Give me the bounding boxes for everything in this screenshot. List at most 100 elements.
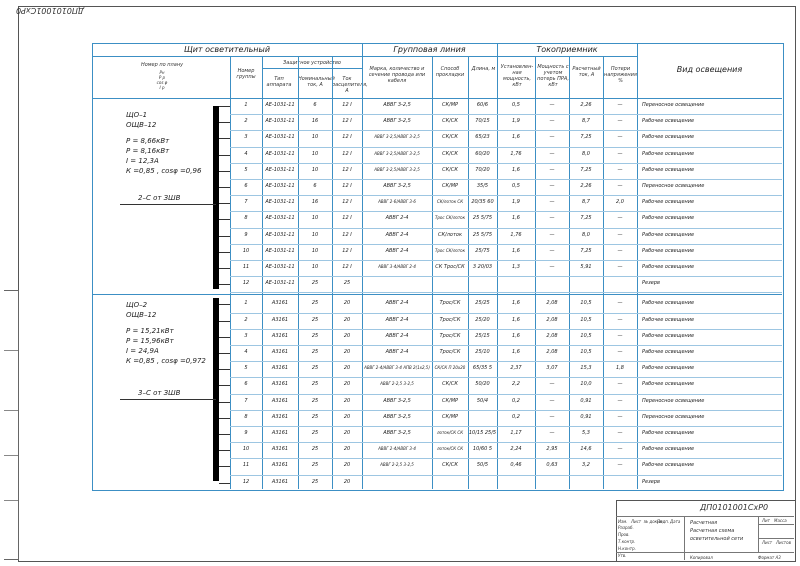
length-cell: 70/15 bbox=[475, 118, 490, 125]
installed-power-cell: 0,5 bbox=[512, 102, 520, 108]
group-no-cell: 8 bbox=[244, 215, 248, 222]
installed-power-cell: 1,6 bbox=[512, 316, 520, 323]
table-row-line bbox=[230, 179, 782, 180]
branch-line bbox=[219, 320, 230, 322]
voltage-loss-cell: — bbox=[617, 215, 623, 222]
busbar-panel1 bbox=[213, 106, 219, 289]
header-protect: Защитное устройство bbox=[283, 60, 341, 66]
release-current-cell: 25 bbox=[343, 280, 351, 287]
length-cell: 25/15 bbox=[475, 332, 490, 339]
group-no-cell: 4 bbox=[244, 349, 248, 355]
panel1-name: ЩО–1 bbox=[126, 111, 148, 119]
branch-line bbox=[219, 268, 230, 269]
power-corrected-cell: — bbox=[549, 264, 555, 270]
panel1-kc: К =0,85 , cosφ =0,96 bbox=[126, 167, 202, 175]
cable-cell: АВВГ 2-4 bbox=[385, 349, 409, 355]
title-block-copied: Копировал bbox=[690, 555, 713, 560]
release-current-cell: 12 I bbox=[342, 150, 352, 157]
power-corrected-cell: — bbox=[549, 413, 555, 420]
cable-cell: АВВГ 3-2,5 bbox=[383, 102, 411, 108]
group-no-cell: 7 bbox=[244, 397, 248, 404]
table-column-line bbox=[603, 56, 604, 489]
light-kind-cell: Рабочее освещение bbox=[642, 166, 695, 173]
length-cell: 70/20 bbox=[475, 166, 490, 173]
group-no-cell: 1 bbox=[244, 102, 248, 108]
length-cell: 25/20 bbox=[475, 316, 490, 323]
light-kind-cell: Рабочее освещение bbox=[642, 247, 695, 254]
release-current-cell: 12 I bbox=[342, 118, 352, 125]
release-current-cell: 12 I bbox=[342, 166, 352, 173]
table-header-line bbox=[262, 68, 362, 69]
panel2-p-inst: Р = 15,21кВт bbox=[126, 327, 174, 335]
length-cell: 10/60 5 bbox=[472, 446, 493, 453]
power-corrected-cell: — bbox=[549, 381, 555, 388]
header-group-no: Номер группы bbox=[236, 68, 256, 80]
device-type-cell: А3161 bbox=[271, 332, 289, 339]
power-corrected-cell: — bbox=[549, 215, 555, 222]
table-column-line bbox=[569, 56, 570, 489]
header-release: Ток расцепителя, А bbox=[332, 76, 368, 94]
group-no-cell: 6 bbox=[244, 183, 248, 189]
voltage-loss-cell: — bbox=[617, 446, 623, 453]
length-cell: 25/10 bbox=[475, 349, 490, 355]
power-corrected-cell: 2,08 bbox=[546, 332, 558, 339]
light-kind-cell: Рабочее освещение bbox=[642, 349, 695, 355]
nominal-current-cell: 25 bbox=[311, 446, 319, 453]
release-current-cell: 20 bbox=[343, 349, 351, 355]
calc-current-cell: 0,91 bbox=[580, 397, 592, 404]
branch-line bbox=[219, 138, 230, 140]
nominal-current-cell: 25 bbox=[311, 478, 319, 485]
title-block-format: Формат А3 bbox=[758, 555, 781, 560]
nominal-current-cell: 25 bbox=[311, 462, 319, 469]
table-row-line bbox=[230, 260, 782, 261]
title-block-code: ДП0101001СхР0 bbox=[700, 503, 769, 512]
installed-power-cell: 2,24 bbox=[510, 446, 522, 453]
nominal-current-cell: 25 bbox=[311, 300, 319, 307]
light-kind-cell: Переносное освещение bbox=[642, 397, 705, 404]
power-corrected-cell: — bbox=[549, 134, 555, 141]
cable-cell: АВВГ 2-2,5 3-2,5 bbox=[380, 462, 414, 468]
device-type-cell: АЕ-1031-11 bbox=[265, 199, 295, 206]
release-current-cell: 20 bbox=[343, 478, 351, 485]
header-cable: Марка, количество и сечение провода или … bbox=[368, 66, 426, 84]
light-kind-cell: Рабочее освещение bbox=[642, 215, 695, 222]
calc-current-cell: 5,91 bbox=[580, 264, 592, 270]
branch-line bbox=[219, 187, 230, 188]
title-block-role: Н.контр. bbox=[618, 546, 636, 551]
panel2-feed: 3–С от ЗШВ bbox=[138, 389, 181, 397]
table-column-line bbox=[332, 56, 333, 489]
group-no-cell: 7 bbox=[244, 199, 248, 206]
table-column-line bbox=[262, 56, 263, 489]
calc-current-cell: 8,0 bbox=[582, 150, 590, 157]
title-block-role: Лист bbox=[631, 519, 642, 524]
branch-line bbox=[219, 336, 230, 338]
voltage-loss-cell: — bbox=[617, 413, 623, 420]
branch-line bbox=[219, 369, 230, 371]
laying-method-cell: лоток/СК СК bbox=[436, 430, 464, 435]
cable-cell: АВВГ 2-2,5 3-2,5 bbox=[380, 381, 414, 387]
light-kind-cell: Рабочее освещение bbox=[642, 118, 695, 125]
side-stamp-line bbox=[4, 410, 18, 411]
installed-power-cell: 0,46 bbox=[510, 462, 522, 469]
light-kind-cell: Рабочее освещение bbox=[642, 199, 695, 206]
panel2-kc: К =0,85 , cosφ =0,972 bbox=[126, 357, 206, 365]
calc-current-cell: 14,6 bbox=[580, 446, 592, 453]
release-current-cell: 20 bbox=[343, 316, 351, 323]
device-type-cell: А3161 bbox=[271, 397, 289, 404]
table-column-line bbox=[468, 56, 469, 489]
calc-current-cell: 10,5 bbox=[580, 316, 592, 323]
light-kind-cell: Рабочее освещение bbox=[642, 134, 695, 141]
nominal-current-cell: 16 bbox=[311, 118, 319, 125]
calc-current-cell: 10,0 bbox=[580, 381, 592, 388]
voltage-loss-cell: — bbox=[617, 332, 623, 339]
installed-power-cell: 0,5 bbox=[512, 183, 520, 189]
table-row-line bbox=[230, 393, 782, 395]
cable-cell: АВВГ 2-4 bbox=[385, 332, 409, 339]
voltage-loss-cell: — bbox=[617, 316, 623, 323]
nominal-current-cell: 25 bbox=[311, 381, 319, 388]
voltage-loss-cell: — bbox=[617, 264, 623, 270]
cable-cell: АВВГ 3-2,5 bbox=[383, 118, 411, 125]
device-type-cell: А3161 bbox=[271, 316, 289, 323]
branch-line bbox=[219, 106, 230, 107]
panel2-info: ЩО–2 ОЩВ–12 Р = 15,21кВт Р = 15,96кВт I … bbox=[126, 300, 206, 366]
